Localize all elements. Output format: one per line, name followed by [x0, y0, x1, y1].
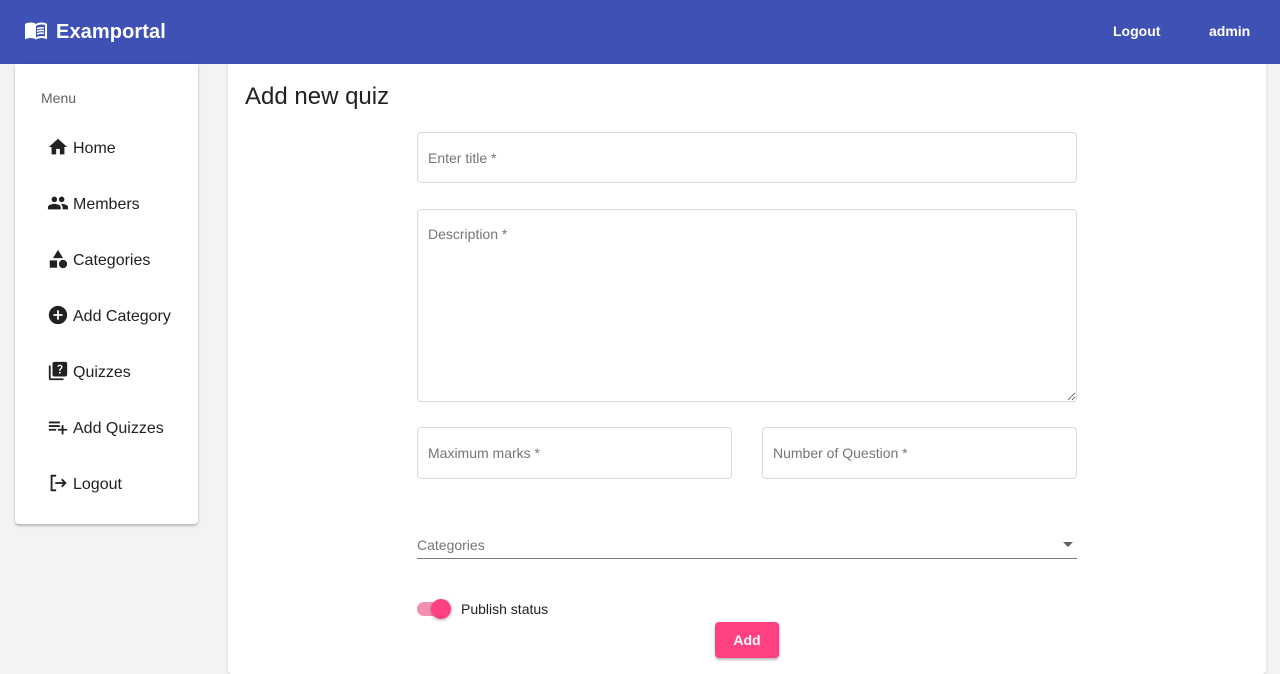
logout-icon	[47, 472, 69, 499]
toggle-track[interactable]	[417, 599, 451, 619]
quiz-title-input[interactable]	[418, 133, 1076, 182]
sidebar-item-label: Members	[73, 196, 140, 213]
brand[interactable]: Examportal	[24, 18, 166, 47]
sidebar-item-label: Add Category	[73, 308, 171, 325]
add-circle-icon	[47, 304, 69, 331]
num-questions-input[interactable]	[763, 428, 1076, 478]
quiz-icon	[47, 360, 69, 387]
sidebar-item-label: Add Quizzes	[73, 420, 164, 437]
sidebar-item-label: Home	[73, 140, 116, 157]
category-select-label: Categories	[417, 537, 485, 553]
sidebar-item-label: Logout	[73, 476, 122, 493]
sidebar-item-label: Categories	[73, 252, 151, 269]
quiz-description-input[interactable]	[418, 210, 1076, 401]
max-marks-field	[417, 427, 732, 479]
header-user-button[interactable]: admin	[1209, 0, 1250, 64]
category-select[interactable]: Categories	[417, 529, 1077, 559]
sidebar-title: Menu	[41, 90, 77, 106]
sidebar: Menu Home Members Categories Add Categor…	[15, 64, 198, 524]
add-quiz-card: Add new quiz Categories Publish status A…	[228, 64, 1266, 674]
sidebar-item-logout[interactable]: Logout	[47, 465, 192, 505]
sidebar-item-quizzes[interactable]: Quizzes	[47, 353, 192, 393]
category-icon	[47, 248, 69, 275]
publish-status-label: Publish status	[461, 601, 549, 617]
max-marks-input[interactable]	[418, 428, 731, 478]
sidebar-item-members[interactable]: Members	[47, 185, 192, 225]
add-quiz-button[interactable]: Add	[715, 622, 779, 658]
people-icon	[47, 192, 69, 219]
quiz-description-field	[417, 209, 1077, 402]
home-icon	[47, 136, 69, 163]
sidebar-item-home[interactable]: Home	[47, 129, 192, 169]
page-title: Add new quiz	[245, 83, 390, 110]
sidebar-item-add-quizzes[interactable]: Add Quizzes	[47, 409, 192, 449]
brand-name: Examportal	[56, 20, 166, 43]
dropdown-arrow-icon	[1063, 542, 1073, 547]
sidebar-item-label: Quizzes	[73, 364, 131, 381]
sidebar-item-categories[interactable]: Categories	[47, 241, 192, 281]
book-icon	[24, 18, 48, 47]
publish-status-toggle[interactable]: Publish status	[417, 598, 557, 620]
top-app-bar: Examportal Logout admin	[0, 0, 1280, 64]
playlist-add-icon	[47, 416, 69, 443]
header-logout-button[interactable]: Logout	[1113, 0, 1160, 64]
num-questions-field	[762, 427, 1077, 479]
quiz-title-field	[417, 132, 1077, 183]
sidebar-item-add-category[interactable]: Add Category	[47, 297, 192, 337]
toggle-thumb[interactable]	[431, 599, 451, 619]
